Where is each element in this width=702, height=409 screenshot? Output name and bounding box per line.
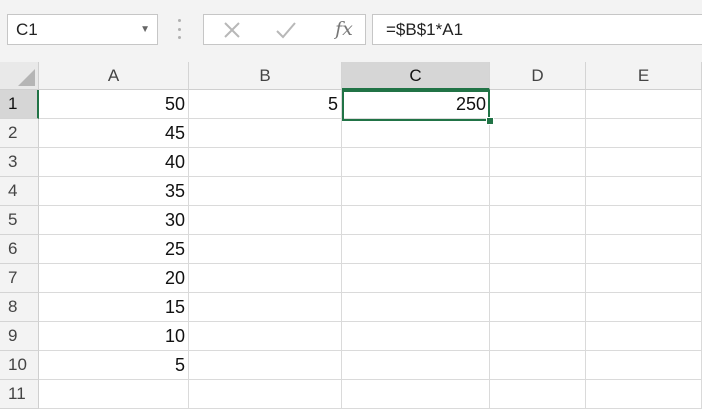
- cell-e9[interactable]: [586, 322, 702, 351]
- column-header-d[interactable]: D: [490, 62, 586, 90]
- cell-c9[interactable]: [342, 322, 490, 351]
- cell-d10[interactable]: [490, 351, 586, 380]
- row-header-7[interactable]: 7: [0, 264, 39, 293]
- cancel-button[interactable]: [212, 15, 252, 44]
- cell-e7[interactable]: [586, 264, 702, 293]
- cell-b9[interactable]: [189, 322, 342, 351]
- cell-c8[interactable]: [342, 293, 490, 322]
- cell-e4[interactable]: [586, 177, 702, 206]
- cell-d5[interactable]: [490, 206, 586, 235]
- cell-b4[interactable]: [189, 177, 342, 206]
- row-header-11[interactable]: 11: [0, 380, 39, 409]
- column-header-a[interactable]: A: [39, 62, 189, 90]
- formula-input[interactable]: =$B$1*A1: [372, 14, 702, 45]
- cell-b11[interactable]: [189, 380, 342, 409]
- name-box[interactable]: C1 ▼: [7, 14, 158, 45]
- row-header-3[interactable]: 3: [0, 148, 39, 177]
- row-header-1[interactable]: 1: [0, 90, 39, 119]
- cell-d1[interactable]: [490, 90, 586, 119]
- row-header-5[interactable]: 5: [0, 206, 39, 235]
- cell-e2[interactable]: [586, 119, 702, 148]
- cell-a1[interactable]: 50: [39, 90, 189, 119]
- row-header-4[interactable]: 4: [0, 177, 39, 206]
- select-all-corner[interactable]: [0, 62, 39, 90]
- row-header-6[interactable]: 6: [0, 235, 39, 264]
- cell-c6[interactable]: [342, 235, 490, 264]
- chevron-down-icon[interactable]: ▼: [140, 15, 150, 44]
- cell-e11[interactable]: [586, 380, 702, 409]
- name-box-value: C1: [16, 20, 38, 39]
- cell-b10[interactable]: [189, 351, 342, 380]
- cell-a5[interactable]: 30: [39, 206, 189, 235]
- cell-a4[interactable]: 35: [39, 177, 189, 206]
- cell-e6[interactable]: [586, 235, 702, 264]
- row-header-10[interactable]: 10: [0, 351, 39, 380]
- cell-c11[interactable]: [342, 380, 490, 409]
- cell-c10[interactable]: [342, 351, 490, 380]
- cell-a2[interactable]: 45: [39, 119, 189, 148]
- cell-a8[interactable]: 15: [39, 293, 189, 322]
- cell-c2[interactable]: [342, 119, 490, 148]
- cell-d9[interactable]: [490, 322, 586, 351]
- enter-button[interactable]: [266, 15, 306, 44]
- cell-a6[interactable]: 25: [39, 235, 189, 264]
- cell-a7[interactable]: 20: [39, 264, 189, 293]
- cell-a11[interactable]: [39, 380, 189, 409]
- cell-d4[interactable]: [490, 177, 586, 206]
- cell-c4[interactable]: [342, 177, 490, 206]
- cell-c1[interactable]: 250: [342, 90, 490, 119]
- cell-e3[interactable]: [586, 148, 702, 177]
- cell-b8[interactable]: [189, 293, 342, 322]
- cell-d3[interactable]: [490, 148, 586, 177]
- cell-e5[interactable]: [586, 206, 702, 235]
- checkmark-icon: [276, 21, 296, 38]
- cell-b5[interactable]: [189, 206, 342, 235]
- row-header-2[interactable]: 2: [0, 119, 39, 148]
- cell-b1[interactable]: 5: [189, 90, 342, 119]
- formula-buttons: fx: [203, 14, 366, 45]
- cell-b6[interactable]: [189, 235, 342, 264]
- cell-c5[interactable]: [342, 206, 490, 235]
- fx-icon[interactable]: fx: [324, 15, 364, 44]
- cell-b2[interactable]: [189, 119, 342, 148]
- row-header-8[interactable]: 8: [0, 293, 39, 322]
- column-header-b[interactable]: B: [189, 62, 342, 90]
- cell-b7[interactable]: [189, 264, 342, 293]
- cell-c3[interactable]: [342, 148, 490, 177]
- fill-handle[interactable]: [486, 117, 494, 125]
- cell-d11[interactable]: [490, 380, 586, 409]
- row-header-9[interactable]: 9: [0, 322, 39, 351]
- cell-b3[interactable]: [189, 148, 342, 177]
- cell-a3[interactable]: 40: [39, 148, 189, 177]
- cell-a10[interactable]: 5: [39, 351, 189, 380]
- cell-c7[interactable]: [342, 264, 490, 293]
- cell-e10[interactable]: [586, 351, 702, 380]
- cell-d8[interactable]: [490, 293, 586, 322]
- formula-bar: C1 ▼ fx =$B$1*A1: [0, 0, 702, 63]
- column-header-c[interactable]: C: [342, 62, 490, 90]
- cell-e1[interactable]: [586, 90, 702, 119]
- cell-e8[interactable]: [586, 293, 702, 322]
- drag-handle-icon[interactable]: [177, 19, 181, 39]
- cell-d2[interactable]: [490, 119, 586, 148]
- close-icon: [224, 21, 240, 38]
- cell-d7[interactable]: [490, 264, 586, 293]
- cell-d6[interactable]: [490, 235, 586, 264]
- select-all-triangle-icon: [18, 69, 35, 86]
- cell-a9[interactable]: 10: [39, 322, 189, 351]
- column-header-e[interactable]: E: [586, 62, 702, 90]
